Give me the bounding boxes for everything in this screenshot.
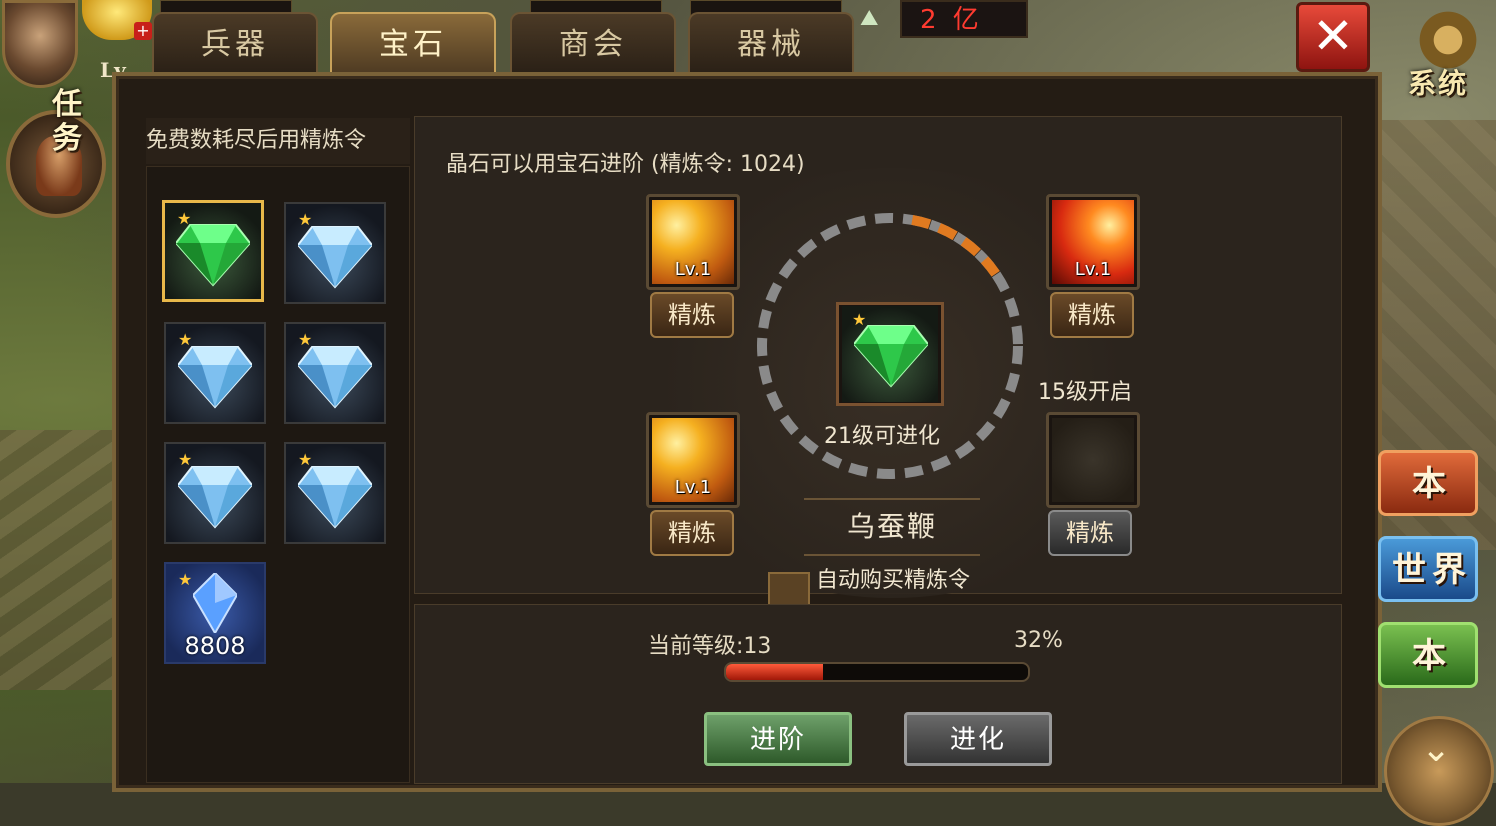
skill-slot-3[interactable]: Lv.1 [646,412,740,508]
unlock-level-label: 15级开启 [1038,380,1132,405]
advance-button[interactable]: 进阶 [704,712,852,766]
level-progress-bar [724,662,1030,682]
sword-strike-icon: Lv.1 [1052,200,1134,284]
selected-gem-slot[interactable]: ★ [842,306,938,402]
refine-button-4[interactable]: 精炼 [1048,510,1132,556]
crystal-shard-icon [193,573,237,634]
gem-slot-blue[interactable]: ★ [164,322,266,424]
shard-count: 8808 [184,632,246,660]
blue-gem-icon [298,225,372,289]
tab-gems[interactable]: 宝石 [330,12,496,74]
progress-percent: 32% [1014,628,1063,653]
refine-button-2[interactable]: 精炼 [1050,292,1134,338]
side-button-world[interactable]: 世界 [1378,536,1478,602]
plus-icon[interactable]: + [134,22,152,40]
gem-slot-blue[interactable]: ★ [284,322,386,424]
close-x-icon: ✕ [1312,7,1354,65]
green-gem-icon [176,223,250,287]
refine-hint-header: 免费数耗尽后用精炼令 [146,118,410,164]
skill-slot-1[interactable]: Lv.1 [646,194,740,290]
skill-slot-2[interactable]: Lv.1 [1046,194,1140,290]
side-button-dungeon[interactable]: 本 [1378,450,1478,516]
gem-slot-blue[interactable]: ★ [284,442,386,544]
tab-weapons[interactable]: 兵器 [152,12,318,74]
chevron-down-icon: ⌄ [1421,729,1452,770]
player-avatar[interactable] [2,0,78,88]
blue-gem-icon [298,465,372,529]
refine-button-1[interactable]: 精炼 [650,292,734,338]
skill-level: Lv.1 [674,477,712,498]
refine-button-3[interactable]: 精炼 [650,510,734,556]
gem-slot-blue[interactable]: ★ [164,442,266,544]
tab-siege[interactable]: 器械 [688,12,854,74]
blue-gem-icon [178,465,252,529]
fire-burst-icon: Lv.1 [652,200,734,284]
blue-gem-icon [298,345,372,409]
side-button-dungeon-2[interactable]: 本 [1378,622,1478,688]
close-button[interactable]: ✕ [1296,2,1370,72]
fire-burst-icon: Lv.1 [652,418,734,502]
green-gem-icon [854,325,928,388]
quest-label: 任务 [52,87,82,156]
gem-slot-blue[interactable]: ★ [284,202,386,304]
evolve-level-hint: 21级可进化 [824,424,940,449]
evolve-button[interactable]: 进化 [904,712,1052,766]
weapon-name: 乌蚕鞭 [804,498,980,556]
city-wall-scenery-left [0,430,120,690]
content-title: 晶石可以用宝石进阶 (精炼令: 1024) [446,152,805,177]
blue-gem-icon [178,345,252,409]
current-level-label: 当前等级:13 [648,634,772,659]
skill-level: Lv.1 [1074,259,1112,280]
expand-menu-button[interactable]: ⌄ [1384,716,1494,826]
skill-level: Lv.1 [674,259,712,280]
star-icon: ★ [178,570,193,589]
skill-slot-locked[interactable] [1046,412,1140,508]
level-panel [414,604,1342,784]
currency-value: 2 亿 [900,0,1028,38]
progress-fill [726,664,823,680]
system-label[interactable]: 系统 [1408,62,1468,102]
tab-guild[interactable]: 商会 [510,12,676,74]
gem-slot-shard[interactable]: ★ 8808 [164,562,266,664]
gear-icon[interactable] [1412,10,1484,70]
gem-slot-green[interactable]: ★ [162,200,264,302]
auto-buy-label: 自动购买精炼令 [816,568,971,593]
jade-currency-icon: ⛰ [860,6,879,31]
lock-seal-icon [1052,418,1134,502]
